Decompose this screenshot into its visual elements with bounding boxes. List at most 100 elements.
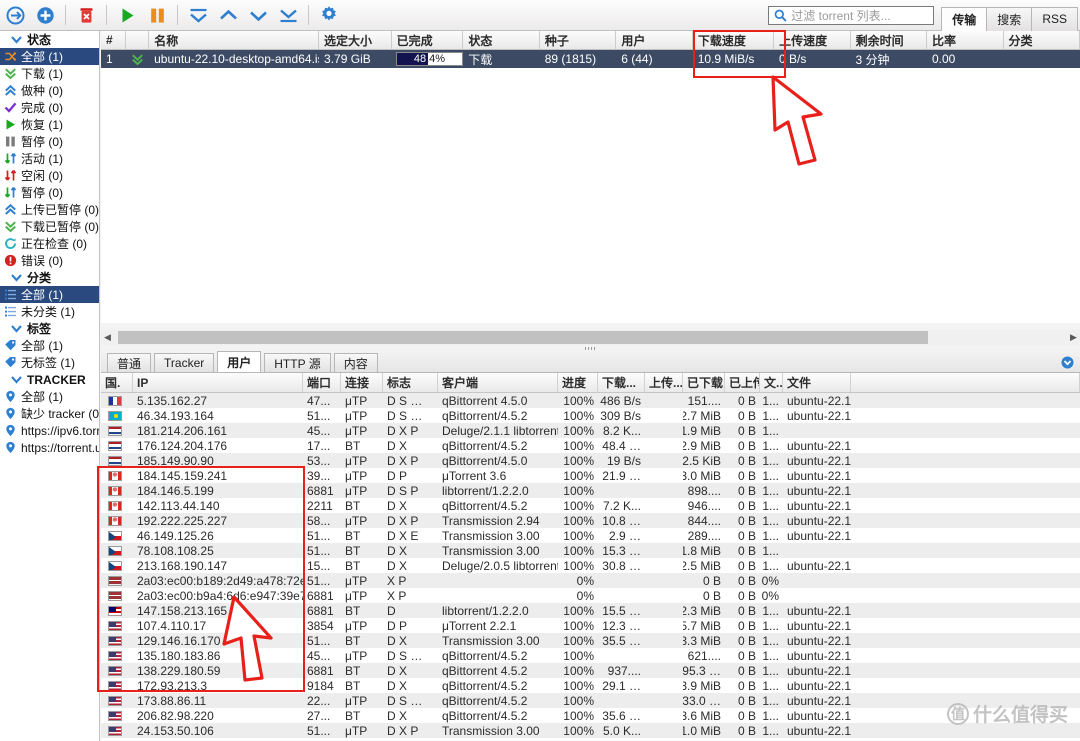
splitter-grip[interactable] [584, 347, 597, 350]
chevron-down-circle-icon[interactable] [1061, 356, 1074, 372]
peer-row[interactable]: 147.158.213.165 6881 BT Dlibtorrent/1.2.2.0… [101, 603, 1080, 618]
peer-row[interactable]: 172.93.213.3 9184 BT D X qBittorrent/4.5.2 10… [101, 678, 1080, 693]
peer-col-header-1[interactable]: IP [133, 373, 303, 392]
peer-row[interactable]: 138.229.180.59 6881 BT D X qBittorrent 4.5.2… [101, 663, 1080, 678]
add-torrent-file-button[interactable] [30, 1, 60, 30]
detail-tab-4[interactable]: 内容 [333, 353, 378, 372]
scroll-left-arrow[interactable]: ◀ [101, 332, 114, 343]
peer-col-header-5[interactable]: 客户端 [438, 373, 558, 392]
filter-sidebar[interactable]: 状态 全部 (1) 下载 (1) 做种 (0) 完成 (0) 恢复 (1) 暂停 (0) 活动… [0, 31, 100, 741]
peer-row[interactable]: 2a03:ec00:b9a4:6d6:e947:39e7:fd1... 6881 μ… [101, 588, 1080, 603]
detail-tab-2[interactable]: 用户 [217, 351, 262, 372]
tab-rss[interactable]: RSS [1031, 6, 1078, 31]
peer-col-header-10[interactable]: 已上传 [725, 373, 760, 392]
tab-search[interactable]: 搜索 [986, 6, 1033, 31]
detail-tabs[interactable]: 普通 Tracker 用户 HTTP 源 内容 [101, 351, 1080, 373]
sidebar-item-2-1[interactable]: 无标签 (1) [0, 354, 99, 371]
sidebar-group-0[interactable]: 状态 [0, 31, 99, 48]
hscroll-thumb[interactable] [118, 331, 928, 344]
torrent-col-header-2[interactable]: 名称 [149, 31, 319, 49]
hscroll-track[interactable] [114, 331, 1067, 344]
peer-row[interactable]: 46.149.125.26 51... BT D X E Transmission 3.… [101, 528, 1080, 543]
sidebar-item-2-0[interactable]: 全部 (1) [0, 337, 99, 354]
peer-row[interactable]: 206.82.98.220 27... BT D X qBittorrent/4.5.2… [101, 708, 1080, 723]
torrent-col-header-6[interactable]: 种子 [540, 31, 617, 49]
detail-tab-1[interactable]: Tracker [154, 353, 215, 372]
peer-col-header-9[interactable]: 已下载 [683, 373, 725, 392]
move-top-button[interactable] [183, 1, 213, 30]
sidebar-item-1-1[interactable]: 未分类 (1) [0, 303, 99, 320]
sidebar-item-3-0[interactable]: 全部 (1) [0, 388, 99, 405]
sidebar-item-3-2[interactable]: https://ipv6.torr... [0, 422, 99, 439]
pause-button[interactable] [142, 1, 172, 30]
peer-col-header-3[interactable]: 连接 [341, 373, 383, 392]
peer-col-header-8[interactable]: 上传... [645, 373, 683, 392]
peer-row[interactable]: 107.4.110.17 3854 μTP D P μTorrent 2.2.1 100%… [101, 618, 1080, 633]
sidebar-item-0-6[interactable]: 活动 (1) [0, 150, 99, 167]
resume-button[interactable] [112, 1, 142, 30]
peer-row[interactable]: 2a03:ec00:b189:2d49:a478:72ed:d... 51... μ… [101, 573, 1080, 588]
move-up-button[interactable] [213, 1, 243, 30]
peer-col-header-0[interactable]: 国. [101, 373, 133, 392]
sidebar-group-2[interactable]: 标签 [0, 320, 99, 337]
torrent-col-header-8[interactable]: 下载速度 [693, 31, 775, 49]
sidebar-item-0-2[interactable]: 做种 (0) [0, 82, 99, 99]
peer-col-header-12[interactable]: 文件 [783, 373, 851, 392]
sidebar-group-3[interactable]: TRACKER [0, 371, 99, 388]
sidebar-item-0-1[interactable]: 下载 (1) [0, 65, 99, 82]
peer-row[interactable]: 181.214.206.161 45... μTP D X P Deluge/2.1.1… [101, 423, 1080, 438]
torrent-col-header-10[interactable]: 剩余时间 [851, 31, 928, 49]
peer-row[interactable]: 185.149.90.90 53... μTP D X P qBittorrent/4.… [101, 453, 1080, 468]
peer-row[interactable]: 129.146.16.170 51... BT D X Transmission 3.0… [101, 633, 1080, 648]
peers-table-header[interactable]: 国. IP 端口连接 标志 客户端 进度 下载... 上传... 已下载已上传文... 文件 [101, 373, 1080, 393]
sidebar-item-0-9[interactable]: 上传已暂停 (0) [0, 201, 99, 218]
peer-col-header-7[interactable]: 下载... [598, 373, 645, 392]
torrent-col-header-11[interactable]: 比率 [927, 31, 1004, 49]
torrent-col-header-7[interactable]: 用户 [616, 31, 693, 49]
peer-col-header-11[interactable]: 文... [760, 373, 783, 392]
peer-row[interactable]: ❅ 192.222.225.227 58... μTP D X P Transmissio… [101, 513, 1080, 528]
sidebar-item-0-3[interactable]: 完成 (0) [0, 99, 99, 116]
sidebar-item-3-3[interactable]: https://torrent.u... [0, 439, 99, 456]
torrent-col-header-1[interactable] [126, 31, 150, 49]
peer-row[interactable]: 5.135.162.27 47... μTP D S … qBittorrent 4.5… [101, 393, 1080, 408]
move-down-button[interactable] [243, 1, 273, 30]
add-torrent-link-button[interactable] [0, 1, 30, 30]
peer-row[interactable]: 46.34.193.164 51... μTP D S … qBittorrent/4.… [101, 408, 1080, 423]
torrent-col-header-4[interactable]: 已完成 [392, 31, 464, 49]
tab-transfer[interactable]: 传输 [941, 6, 988, 31]
peer-row[interactable]: ❅ 184.146.5.199 6881 μTP D S P libtorrent/1.2… [101, 483, 1080, 498]
scroll-right-arrow[interactable]: ▶ [1067, 332, 1080, 343]
peer-row[interactable]: 173.88.86.11 22... μTP D S … qBittorrent/4.5… [101, 693, 1080, 708]
peer-col-header-2[interactable]: 端口 [303, 373, 341, 392]
sidebar-item-0-12[interactable]: 错误 (0) [0, 252, 99, 269]
delete-button[interactable] [71, 1, 101, 30]
sidebar-item-0-7[interactable]: 空闲 (0) [0, 167, 99, 184]
torrent-list-body[interactable]: 1 ubuntu-22.10-desktop-amd64.iso 3.79 GiB 4… [101, 50, 1080, 68]
torrent-list-hscrollbar[interactable]: ◀ ▶ [101, 330, 1080, 345]
sidebar-item-0-8[interactable]: 暂停 (0) [0, 184, 99, 201]
peer-row[interactable]: 176.124.204.176 17... BT D X qBittorrent/4.5… [101, 438, 1080, 453]
sidebar-group-1[interactable]: 分类 [0, 269, 99, 286]
peer-row[interactable]: 135.180.183.86 45... μTP D S … qBittorrent/4… [101, 648, 1080, 663]
peer-row[interactable]: 78.108.108.25 51... BT D X Transmission 3.00… [101, 543, 1080, 558]
torrent-col-header-3[interactable]: 选定大小 [319, 31, 392, 49]
torrent-col-header-12[interactable]: 分类 [1004, 31, 1080, 49]
torrent-col-header-9[interactable]: 上传速度 [774, 31, 851, 49]
torrent-row[interactable]: 1 ubuntu-22.10-desktop-amd64.iso 3.79 GiB 4… [101, 50, 1080, 68]
sidebar-item-1-0[interactable]: 全部 (1) [0, 286, 99, 303]
sidebar-item-0-4[interactable]: 恢复 (1) [0, 116, 99, 133]
detail-tab-3[interactable]: HTTP 源 [264, 353, 331, 372]
sidebar-item-0-11[interactable]: 正在检查 (0) [0, 235, 99, 252]
move-bottom-button[interactable] [273, 1, 303, 30]
sidebar-item-3-1[interactable]: 缺少 tracker (0) [0, 405, 99, 422]
peer-row[interactable]: ❅ 184.145.159.241 39... μTP D P μTorrent 3.6 1… [101, 468, 1080, 483]
detail-tab-0[interactable]: 普通 [107, 353, 152, 372]
torrent-col-header-5[interactable]: 状态 [463, 31, 540, 49]
sidebar-item-0-0[interactable]: 全部 (1) [0, 48, 99, 65]
sidebar-item-0-5[interactable]: 暂停 (0) [0, 133, 99, 150]
peers-table-body[interactable]: 5.135.162.27 47... μTP D S … qBittorrent 4.5… [101, 393, 1080, 741]
peer-row[interactable]: 213.168.190.147 15... BT D X Deluge/2.0.5 li… [101, 558, 1080, 573]
peer-col-header-6[interactable]: 进度 [558, 373, 598, 392]
peer-row[interactable]: ❅ 142.113.44.140 2211 BT D X qBittorrent/4.5.… [101, 498, 1080, 513]
